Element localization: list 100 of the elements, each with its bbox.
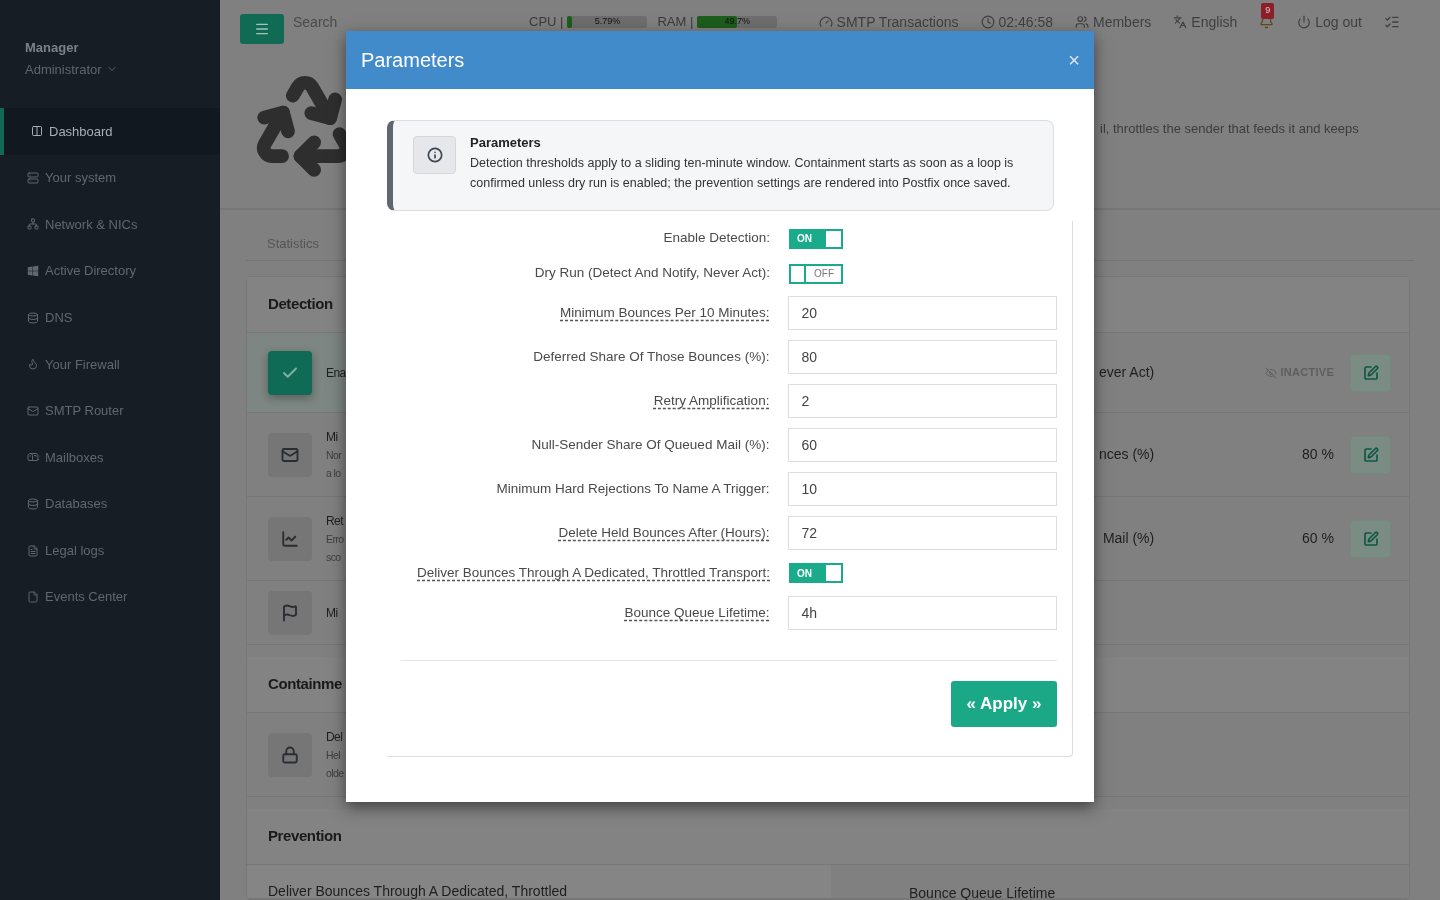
menu-icon: [254, 21, 270, 37]
topbar-link-icon: [1173, 15, 1188, 29]
edit-button[interactable]: [1350, 353, 1391, 392]
menu-item-icon: [27, 311, 39, 324]
setting-icon: [281, 445, 299, 464]
sidebar-item[interactable]: Events Center: [0, 573, 220, 621]
setting-title: ever Act): [1099, 363, 1155, 382]
topbar-link-icon: [1075, 15, 1089, 29]
setting-title: Bounce Queue Lifetime: [909, 884, 1056, 900]
setting-title: nces (%): [1099, 445, 1155, 464]
toggle-switch[interactable]: OFF: [789, 263, 843, 284]
field-label: Minimum Hard Rejections To Name A Trigger:: [496, 479, 770, 498]
setting-title: Del: [326, 728, 344, 746]
field-label: Null-Sender Share Of Queued Mail (%):: [531, 435, 770, 454]
sidebar-item[interactable]: DNS: [0, 294, 220, 341]
section-title: Containme: [268, 674, 342, 695]
sidebar-item[interactable]: Active Directory: [0, 247, 220, 295]
task-list-icon[interactable]: [1384, 14, 1400, 30]
section-title: Prevention: [268, 826, 342, 847]
meter-label: CPU |: [529, 13, 564, 32]
setting-title: Mi: [326, 604, 338, 622]
edit-icon: [1362, 446, 1379, 463]
field-label: Retry Amplification:: [653, 391, 770, 410]
sidebar-item[interactable]: Legal logs: [0, 527, 220, 574]
menu-item-icon: [27, 498, 39, 511]
setting-title: Deliver Bounces Through A Dedicated, Throttled: [268, 882, 568, 900]
topbar-link[interactable]: SMTP Transactions: [818, 11, 959, 33]
menu-item-icon: [27, 451, 39, 464]
menu-button[interactable]: [240, 14, 284, 44]
setting-value: 60 %: [1302, 529, 1334, 548]
menu-item-icon: [27, 218, 39, 231]
dialog-title: Parameters: [361, 48, 465, 73]
setting-description: sco: [326, 549, 342, 565]
user-role-dropdown[interactable]: Administrator: [25, 59, 220, 79]
setting-title: Ena: [326, 364, 346, 382]
sidebar-item[interactable]: Databases: [0, 480, 220, 528]
number-field[interactable]: 10: [788, 472, 1057, 506]
logout-link[interactable]: Log out: [1297, 11, 1362, 33]
topbar-link[interactable]: Members: [1075, 11, 1152, 33]
field-label: Deferred Share Of Those Bounces (%):: [533, 347, 770, 366]
sidebar-item[interactable]: Your system: [0, 154, 220, 202]
sidebar-item[interactable]: Mailboxes: [0, 434, 220, 481]
field-label: Minimum Bounces Per 10 Minutes:: [560, 303, 770, 322]
setting-icon: [281, 529, 299, 548]
meter-reading: 5.79%: [594, 15, 621, 29]
info-icon: [426, 147, 443, 163]
field-label: Enable Detection:: [663, 229, 770, 248]
topbar-link-icon: [818, 15, 833, 29]
edit-button[interactable]: [1350, 435, 1391, 474]
toggle-switch[interactable]: ON: [789, 563, 843, 583]
edit-icon: [1362, 530, 1379, 547]
setting-icon: [281, 745, 299, 764]
setting-title: Mi: [326, 428, 339, 446]
menu-item-icon: [27, 544, 39, 557]
setting-description: Hel: [326, 747, 341, 763]
setting-description: Erro: [326, 531, 344, 547]
number-field[interactable]: 4h: [788, 596, 1057, 630]
menu-item-icon: [27, 404, 39, 417]
number-field[interactable]: 20: [788, 296, 1057, 330]
meter-label: RAM |: [657, 13, 694, 32]
topbar-link-icon: [980, 15, 995, 29]
number-field[interactable]: 80: [788, 340, 1057, 374]
number-field[interactable]: 60: [788, 428, 1057, 462]
setting-description: Nor: [326, 447, 342, 463]
setting-value: 80 %: [1302, 445, 1334, 464]
menu-item-icon: [27, 265, 39, 278]
sidebar-item[interactable]: Dashboard: [0, 108, 220, 155]
field-label: Bounce Queue Lifetime:: [624, 603, 770, 622]
info-text: Detection thresholds apply to a sliding ten-minute window. Containment starts as soon as a loop is confirmed unless dry run is enabled; the prevention settings are rendered into Postfix once saved.: [470, 154, 1015, 192]
menu-item-icon: [27, 358, 39, 371]
number-field[interactable]: 72: [788, 516, 1057, 550]
edit-button[interactable]: [1350, 519, 1391, 558]
topbar-link[interactable]: English: [1173, 11, 1238, 33]
field-label: Dry Run (Detect And Notify, Never Act):: [534, 264, 770, 283]
section-title: Detection: [268, 294, 333, 315]
setting-icon: [281, 603, 299, 622]
setting-description: olde: [326, 765, 344, 781]
number-field[interactable]: 2: [788, 384, 1057, 418]
menu-item-icon: [31, 125, 43, 138]
sidebar-item[interactable]: Network & NICs: [0, 201, 220, 248]
setting-title: Ret: [326, 512, 344, 530]
menu-item-icon: [27, 171, 39, 184]
setting-title: Mail (%): [1101, 529, 1155, 548]
toggle-switch[interactable]: ON: [789, 228, 843, 249]
menu-item-icon: [27, 591, 39, 604]
sidebar-item[interactable]: Your Firewall: [0, 340, 220, 388]
topbar-link[interactable]: 02:46:58: [980, 11, 1053, 33]
notification-count: 9: [1261, 3, 1275, 19]
eye-slash-icon: [1265, 366, 1278, 379]
sidebar-item[interactable]: SMTP Router: [0, 387, 220, 435]
field-label: Deliver Bounces Through A Dedicated, Throttled Transport:: [417, 563, 770, 582]
close-button[interactable]: ×: [1068, 50, 1080, 70]
user-name: Manager: [25, 39, 80, 57]
meter-reading: 49.7%: [724, 15, 751, 29]
field-label: Delete Held Bounces After (Hours):: [558, 523, 770, 542]
info-title: Parameters: [470, 134, 542, 152]
edit-icon: [1362, 364, 1379, 381]
apply-button[interactable]: « Apply »: [951, 681, 1057, 727]
power-icon: [1297, 15, 1312, 29]
page-description: il, throttles the sender that feeds it and keeps: [1100, 119, 1359, 138]
